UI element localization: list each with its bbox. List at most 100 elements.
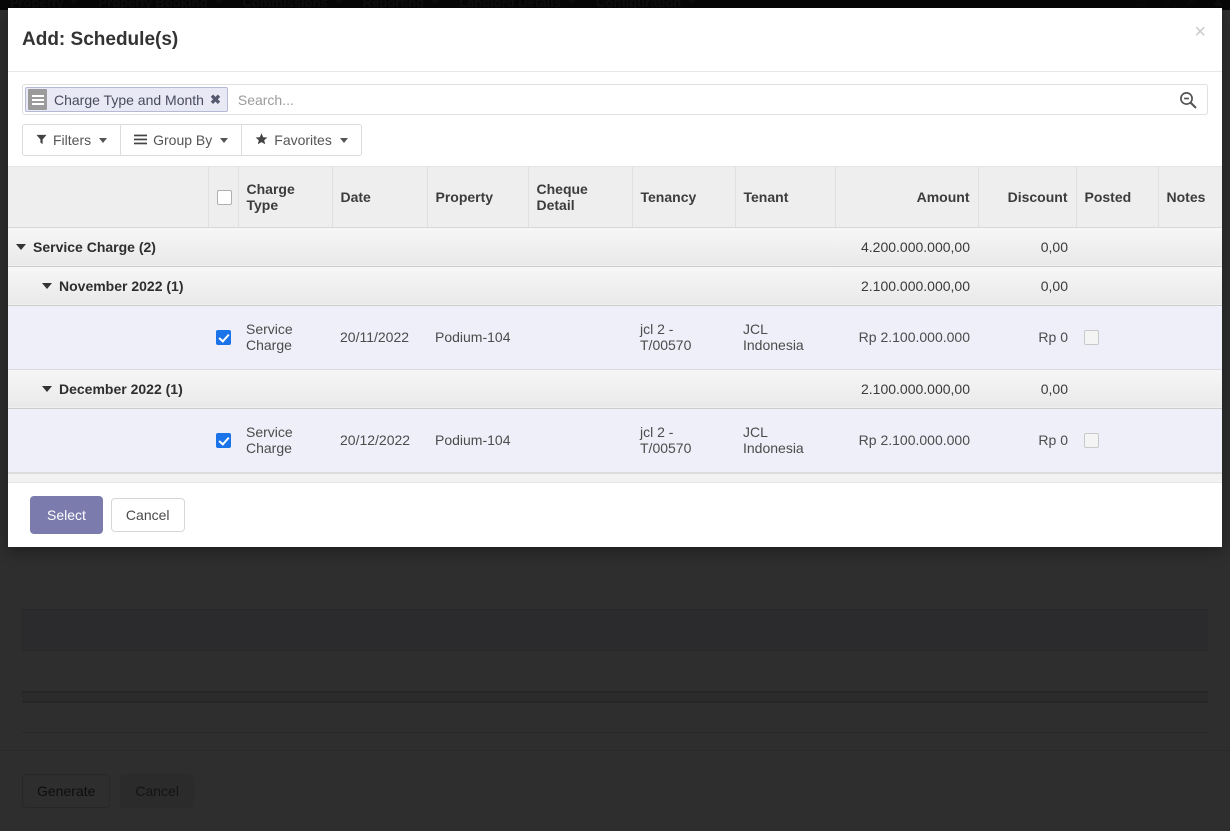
group-posted <box>1076 265 1158 306</box>
add-schedules-modal: Add: Schedule(s) × Charge Type and Month… <box>8 8 1222 547</box>
posted-checkbox[interactable] <box>1084 330 1099 346</box>
star-icon <box>255 132 268 148</box>
list-icon <box>28 89 47 110</box>
posted-checkbox[interactable] <box>1084 433 1099 449</box>
group-by-label: Group By <box>153 132 213 148</box>
table-body: Service Charge (2) 4.200.000.000,00 0,00 No… <box>8 226 1222 473</box>
cell-cheque-detail <box>528 408 632 473</box>
group-amount: 2.100.000.000,00 <box>835 368 978 409</box>
select-all-checkbox[interactable] <box>216 190 232 206</box>
group-label-cell: November 2022 (1) <box>8 265 835 306</box>
search-input[interactable] <box>229 85 1169 114</box>
background-divider <box>22 609 1208 610</box>
row-select-checkbox[interactable] <box>216 330 231 346</box>
group-discount: 0,00 <box>978 368 1076 409</box>
background-divider <box>22 732 1208 733</box>
background-form-footer: Generate Cancel <box>0 750 1230 831</box>
cell-tenant: JCL Indonesia <box>735 408 835 473</box>
col-tenant[interactable]: Tenant <box>735 167 836 228</box>
cell-discount: Rp 0 <box>978 408 1076 473</box>
row-select-checkbox[interactable] <box>216 433 231 449</box>
table-group-row[interactable]: Service Charge (2) 4.200.000.000,00 0,00 <box>8 226 1222 267</box>
col-property[interactable]: Property <box>427 167 529 228</box>
cell-notes <box>1158 408 1222 473</box>
chevron-down-icon <box>688 0 697 4</box>
cell-notes <box>1158 305 1222 370</box>
search-facet-charge-type-and-month[interactable]: Charge Type and Month ✖ <box>25 87 228 112</box>
col-posted[interactable]: Posted <box>1076 167 1159 228</box>
chevron-down-icon <box>214 0 223 4</box>
caret-down-icon[interactable] <box>42 282 52 289</box>
favorites-button[interactable]: Favorites <box>241 124 362 156</box>
group-by-button[interactable]: Group By <box>120 124 243 156</box>
funnel-icon <box>36 132 47 148</box>
close-icon[interactable]: × <box>1194 22 1206 42</box>
search-facet-label: Charge Type and Month <box>54 91 204 108</box>
col-cheque-detail[interactable]: Cheque Detail <box>528 167 633 228</box>
col-date[interactable]: Date <box>332 167 428 228</box>
table-group-row[interactable]: November 2022 (1) 2.100.000.000,00 0,00 <box>8 265 1222 306</box>
modal-separator <box>8 472 1222 483</box>
col-amount[interactable]: Amount <box>835 167 979 228</box>
caret-down-icon[interactable] <box>16 243 26 250</box>
col-notes[interactable]: Notes <box>1158 167 1222 228</box>
cell-tenancy: jcl 2 - T/00570 <box>632 305 735 370</box>
chevron-down-icon <box>568 0 577 4</box>
group-notes <box>1158 265 1222 306</box>
remove-facet-icon[interactable]: ✖ <box>210 92 221 108</box>
group-amount: 4.200.000.000,00 <box>835 226 978 267</box>
col-spacer <box>8 167 209 228</box>
modal-footer: Select Cancel <box>8 482 1222 547</box>
row-spacer <box>8 305 208 370</box>
group-notes <box>1158 226 1222 267</box>
generate-button[interactable]: Generate <box>22 774 111 808</box>
chevron-down-icon <box>339 137 348 143</box>
filter-toolbar: Filters Group By Favorites <box>22 124 1208 156</box>
group-label: Service Charge (2) <box>33 238 156 255</box>
group-posted <box>1076 368 1158 409</box>
group-discount: 0,00 <box>978 265 1076 306</box>
chevron-down-icon <box>334 0 343 4</box>
cell-tenancy: jcl 2 - T/00570 <box>632 408 735 473</box>
favorites-label: Favorites <box>274 132 332 148</box>
group-label: December 2022 (1) <box>59 380 183 397</box>
group-posted <box>1076 226 1158 267</box>
cell-discount: Rp 0 <box>978 305 1076 370</box>
schedules-table: Charge Type Date Property Cheque Detail … <box>8 167 1222 473</box>
caret-down-icon[interactable] <box>42 385 52 392</box>
table-group-row[interactable]: December 2022 (1) 2.100.000.000,00 0,00 <box>8 368 1222 409</box>
list-icon <box>134 132 148 148</box>
cell-date: 20/11/2022 <box>332 305 427 370</box>
cell-cheque-detail <box>528 305 632 370</box>
chevron-down-icon <box>70 0 79 4</box>
search-icon[interactable] <box>1169 85 1207 114</box>
background-cancel-button[interactable]: Cancel <box>120 774 194 808</box>
page-root: Property Property Booking Commissions Re… <box>0 0 1230 831</box>
chevron-down-icon <box>220 137 229 143</box>
search-bar: Charge Type and Month ✖ <box>22 84 1208 115</box>
group-notes <box>1158 368 1222 409</box>
cell-posted <box>1076 408 1158 473</box>
cell-posted <box>1076 305 1158 370</box>
row-select-cell <box>208 408 238 473</box>
modal-cancel-button[interactable]: Cancel <box>110 497 185 532</box>
background-divider <box>22 650 1208 651</box>
table-row[interactable]: Service Charge 20/12/2022 Podium-104 jcl 2 … <box>8 408 1222 473</box>
group-label-cell: Service Charge (2) <box>8 226 835 267</box>
search-control-panel: Charge Type and Month ✖ Search... Filter… <box>8 72 1222 166</box>
modal-title: Add: Schedule(s) <box>22 28 179 50</box>
col-tenancy[interactable]: Tenancy <box>632 167 736 228</box>
filters-button[interactable]: Filters <box>22 124 122 156</box>
select-button[interactable]: Select <box>30 495 103 534</box>
cell-property: Podium-104 <box>427 408 528 473</box>
background-highlight-row <box>22 610 1208 650</box>
filters-label: Filters <box>53 132 92 148</box>
col-charge-type[interactable]: Charge Type <box>238 167 333 228</box>
chevron-down-icon <box>431 0 440 4</box>
table-header: Charge Type Date Property Cheque Detail … <box>8 167 1222 228</box>
cell-charge-type: Service Charge <box>238 408 332 473</box>
group-discount: 0,00 <box>978 226 1076 267</box>
table-header-row: Charge Type Date Property Cheque Detail … <box>8 167 1222 228</box>
col-discount[interactable]: Discount <box>978 167 1077 228</box>
table-row[interactable]: Service Charge 20/11/2022 Podium-104 jcl 2 … <box>8 305 1222 370</box>
